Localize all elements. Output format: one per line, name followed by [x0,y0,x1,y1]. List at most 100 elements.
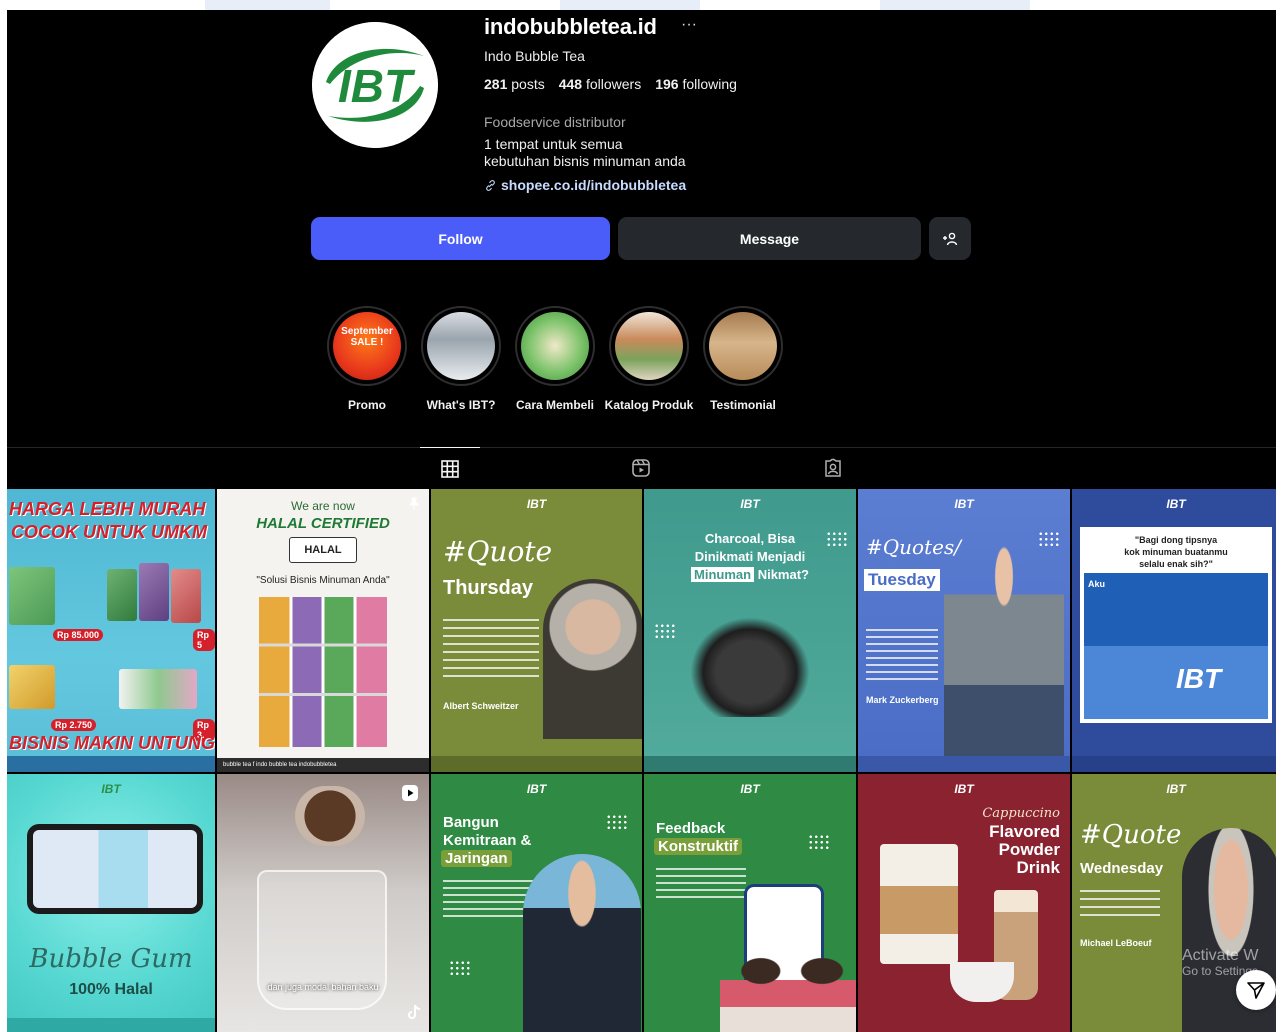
charcoal-image [690,617,810,717]
post-author: Albert Schweitzer [443,701,519,711]
message-button[interactable]: Message [618,217,921,260]
suggested-accounts-button[interactable] [929,217,971,260]
portrait-image [523,854,641,1032]
highlight-whats-ibt[interactable]: What's IBT? [415,306,507,412]
phone-image [27,824,203,914]
product-pouch-image [880,844,958,964]
post-thumbnail[interactable]: dan juga modal bahan baku [217,774,429,1032]
post-thumbnail[interactable]: We are now HALAL CERTIFIED HALAL "Solusi… [217,489,429,772]
profile-tabs [7,447,1276,489]
highlight-cover [427,312,495,380]
followers-count-stat[interactable]: 448 followers [559,76,642,92]
following-count-stat[interactable]: 196 following [655,76,737,92]
messages-fab[interactable] [1236,970,1276,1010]
product-pouch-image [171,569,201,623]
post-thumbnail[interactable]: IBT Feedback Konstruktif [644,774,856,1032]
post-price: Rp 85.000 [53,629,104,641]
highlight-cara-membeli[interactable]: Cara Membeli [509,306,601,412]
post-headline: BISNIS MAKIN UNTUNG [9,733,215,753]
phone-screen [33,830,197,908]
post-headline: Feedback [656,820,726,837]
post-card: "Bagi dong tipsnya kok minuman buatanmu … [1080,527,1272,723]
highlight-promo[interactable]: September SALE ! Promo [321,306,413,412]
post-headline: #Quote [443,535,553,568]
profile-avatar[interactable]: IBT [312,22,438,148]
post-thumbnail[interactable]: IBT Charcoal, Bisa Dinikmati Menjadi Min… [644,489,856,772]
post-price: Rp 5 [193,629,215,651]
comic-scene-image [1084,573,1268,719]
decorative-dots [606,814,628,830]
post-text: "Bagi dong tipsnya [1134,535,1218,545]
highlight-testimonial[interactable]: Testimonial [697,306,789,412]
post-headline: Tuesday [864,569,940,591]
post-thumbnail[interactable]: IBT #Quotes/ Tuesday Mark Zuckerberg [858,489,1070,772]
post-headline: Flavored [989,822,1060,841]
tagged-icon [825,458,841,477]
post-headline: Drink [1016,858,1060,877]
highlight-label: What's IBT? [426,398,496,412]
post-caption: dan juga modal bahan baku [267,982,379,992]
post-thumbnail[interactable]: HARGA LEBIH MURAH COCOK UNTUK UMKM Rp 85… [7,489,215,772]
halal-badge: HALAL [289,537,357,563]
post-brand: IBT [1166,782,1186,796]
send-message-icon [1247,982,1265,999]
post-brand: IBT [526,497,547,511]
post-thumbnail[interactable]: IBT "Bagi dong tipsnya kok minuman buata… [1072,489,1276,772]
post-author: Michael LeBoeuf [1080,938,1152,948]
post-footer [7,756,215,772]
post-price: Rp 2.750 [51,719,97,731]
decorative-dots [808,834,830,850]
top-strip-shade [880,0,1030,10]
post-highlight-word: Minuman [691,567,755,582]
post-headline: Powder [998,840,1060,859]
post-headline: Thursday [443,577,534,599]
profile-link[interactable]: shopee.co.id/indobubbletea [484,177,686,193]
post-body-text-lines [656,868,746,902]
follow-button[interactable]: Follow [311,217,610,260]
post-thumbnail[interactable]: IBT #Quote Thursday Albert Schweitzer [431,489,642,772]
post-headline: HARGA LEBIH MURAH [9,499,206,519]
tab-tagged[interactable] [803,447,863,489]
post-thumbnail[interactable]: IBT Bubble Gum 100% Halal [7,774,215,1032]
post-logo-text: IBT [1176,663,1222,694]
tab-posts[interactable] [420,447,480,489]
highlight-cover [709,312,777,380]
product-shelf-image [259,597,387,747]
highlight-cover [615,312,683,380]
post-brand: IBT [954,497,974,511]
tab-reels[interactable] [611,447,671,489]
post-brand: IBT [1166,497,1186,511]
post-headline: COCOK UNTUK UMKM [11,522,207,542]
coffee-cup-image [295,786,365,846]
product-pouch-image [139,563,169,621]
decorative-dots [654,623,676,639]
post-footer [644,756,856,772]
top-strip [0,0,1282,10]
decorative-dots [449,960,471,976]
post-brand: IBT [740,782,760,796]
profile-bio-line: kebutuhan bisnis minuman anda [484,153,686,169]
reels-icon [632,459,650,477]
post-thumbnail[interactable]: IBT Cappuccino Flavored Powder Drink [858,774,1070,1032]
post-headline: HALAL CERTIFIED [256,515,390,532]
post-text: Aku [1088,579,1106,589]
tiktok-icon [408,1004,421,1019]
post-thumbnail[interactable]: IBT #Quote Wednesday Michael LeBoeuf Act… [1072,774,1276,1032]
profile-bio-line: 1 tempat untuk semua [484,136,623,152]
post-body-text-lines [1080,890,1160,920]
profile-stats: 281 posts 448 followers 196 following [484,76,737,92]
post-brand: IBT [526,782,547,796]
post-headline: #Quote [1080,820,1182,850]
svg-text:IBT: IBT [338,60,416,112]
coffee-cup-image [950,962,1014,1002]
highlight-katalog-produk[interactable]: Katalog Produk [603,306,695,412]
link-icon [486,179,495,191]
post-footer [431,756,642,772]
post-brand: IBT [101,782,121,796]
post-body-text-lines [866,629,938,685]
post-thumbnail[interactable]: IBT Bangun Kemitraan & Jaringan [431,774,642,1032]
post-headline: Charcoal, Bisa [704,531,796,546]
more-options-icon[interactable]: ··· [681,16,697,34]
post-footer [858,756,1070,772]
profile-link-text[interactable]: shopee.co.id/indobubbletea [501,177,686,193]
